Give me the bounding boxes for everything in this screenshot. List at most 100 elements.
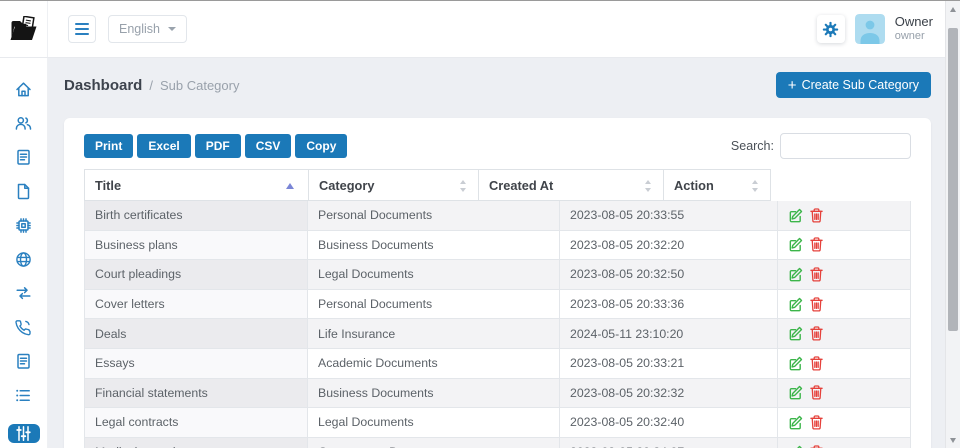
cell-action	[778, 379, 911, 409]
pdf-button[interactable]: PDF	[195, 134, 241, 158]
edit-icon[interactable]	[788, 326, 803, 341]
cell-action	[778, 319, 911, 349]
gear-icon	[822, 21, 839, 38]
edit-icon[interactable]	[788, 208, 803, 223]
document-icon	[14, 352, 33, 371]
app-logo[interactable]	[0, 1, 48, 57]
avatar[interactable]	[855, 14, 885, 44]
plus-icon: +	[788, 78, 797, 93]
cpu-icon	[14, 216, 33, 235]
cell-title: Court pleadings	[84, 260, 308, 290]
table-row: Legal contracts Legal Documents 2023-08-…	[84, 408, 911, 438]
create-button-label: Create Sub Category	[802, 78, 919, 92]
cell-action	[778, 349, 911, 379]
edit-icon[interactable]	[788, 385, 803, 400]
sliders-icon	[14, 424, 33, 443]
cell-category: Academic Documents	[308, 349, 560, 379]
sort-both-icon	[752, 180, 760, 192]
sidebar-item-users[interactable]	[14, 114, 33, 132]
breadcrumb: Dashboard / Sub Category	[64, 77, 239, 94]
cell-category: Personal Documents	[308, 201, 560, 231]
cell-title: Medical records	[84, 438, 308, 448]
user-name: Owner	[895, 15, 933, 30]
settings-button[interactable]	[817, 15, 845, 43]
column-header-title[interactable]: Title	[84, 169, 309, 201]
topbar: English	[0, 1, 945, 58]
delete-icon[interactable]	[810, 385, 823, 400]
breadcrumb-dashboard-link[interactable]: Dashboard	[64, 77, 142, 94]
create-sub-category-button[interactable]: + Create Sub Category	[776, 72, 931, 98]
table-row: Essays Academic Documents 2023-08-05 20:…	[84, 349, 911, 379]
edit-icon[interactable]	[788, 415, 803, 430]
cell-created-at: 2023-08-05 20:34:07	[560, 438, 778, 448]
cell-created-at: 2023-08-05 20:32:50	[560, 260, 778, 290]
table-row: Court pleadings Legal Documents 2023-08-…	[84, 260, 911, 290]
table-header: Title Category Created At Action	[84, 169, 911, 201]
edit-icon[interactable]	[788, 267, 803, 282]
delete-icon[interactable]	[810, 208, 823, 223]
excel-button[interactable]: Excel	[137, 134, 190, 158]
folder-logo-icon	[9, 16, 39, 42]
delete-icon[interactable]	[810, 326, 823, 341]
copy-button[interactable]: Copy	[295, 134, 347, 158]
document-lines-icon	[14, 148, 33, 167]
edit-icon[interactable]	[788, 445, 803, 448]
phone-icon	[14, 318, 33, 337]
sidebar-item-home[interactable]	[14, 80, 33, 98]
breadcrumb-separator: /	[149, 78, 153, 93]
sidebar-item-pages[interactable]	[14, 352, 33, 370]
cell-category: Personal Documents	[308, 290, 560, 320]
sidebar-item-contact[interactable]	[14, 318, 33, 336]
edit-icon[interactable]	[788, 237, 803, 252]
home-icon	[14, 80, 33, 99]
edit-icon[interactable]	[788, 297, 803, 312]
main-content: Dashboard / Sub Category + Create Sub Ca…	[48, 58, 960, 448]
delete-icon[interactable]	[810, 297, 823, 312]
user-menu[interactable]: Owner owner	[895, 15, 933, 43]
delete-icon[interactable]	[810, 415, 823, 430]
sidebar-item-documents[interactable]	[14, 148, 33, 166]
globe-icon	[14, 250, 33, 269]
cell-action	[778, 408, 911, 438]
list-icon	[14, 386, 33, 405]
edit-icon[interactable]	[788, 356, 803, 371]
sort-both-icon	[645, 180, 653, 192]
column-header-action[interactable]: Action	[664, 169, 771, 201]
cell-category: Business Documents	[308, 231, 560, 261]
scrollbar-thumb[interactable]	[948, 28, 958, 331]
sidebar-item-system[interactable]	[14, 216, 33, 234]
delete-icon[interactable]	[810, 237, 823, 252]
sidebar-item-settings-active[interactable]	[8, 424, 40, 443]
cell-created-at: 2023-08-05 20:33:21	[560, 349, 778, 379]
sidebar-item-transactions[interactable]	[14, 284, 33, 302]
scroll-down-arrow-icon[interactable]	[950, 438, 956, 443]
vertical-scrollbar[interactable]	[945, 1, 960, 448]
print-button[interactable]: Print	[84, 134, 133, 158]
delete-icon[interactable]	[810, 445, 823, 448]
cell-title: Legal contracts	[84, 408, 308, 438]
cell-created-at: 2023-08-05 20:32:40	[560, 408, 778, 438]
user-avatar-icon	[855, 14, 885, 44]
sidebar-item-list[interactable]	[14, 386, 33, 404]
table-row: Birth certificates Personal Documents 20…	[84, 201, 911, 231]
delete-icon[interactable]	[810, 267, 823, 282]
search-input[interactable]	[780, 133, 911, 159]
cell-created-at: 2024-05-11 23:10:20	[560, 319, 778, 349]
cell-title: Birth certificates	[84, 201, 308, 231]
column-header-created-at[interactable]: Created At	[479, 169, 664, 201]
sidebar-item-files[interactable]	[14, 182, 33, 200]
export-button-group: Print Excel PDF CSV Copy	[84, 134, 347, 158]
hamburger-icon	[75, 23, 89, 25]
file-icon	[14, 182, 33, 201]
csv-button[interactable]: CSV	[245, 134, 292, 158]
user-role: owner	[895, 30, 933, 43]
delete-icon[interactable]	[810, 356, 823, 371]
sidebar-item-web[interactable]	[14, 250, 33, 268]
cell-title: Cover letters	[84, 290, 308, 320]
language-selector[interactable]: English	[108, 15, 187, 43]
scroll-up-arrow-icon[interactable]	[950, 7, 956, 12]
column-header-category[interactable]: Category	[309, 169, 479, 201]
cell-action	[778, 290, 911, 320]
sidebar-toggle-button[interactable]	[68, 15, 96, 43]
cell-title: Business plans	[84, 231, 308, 261]
